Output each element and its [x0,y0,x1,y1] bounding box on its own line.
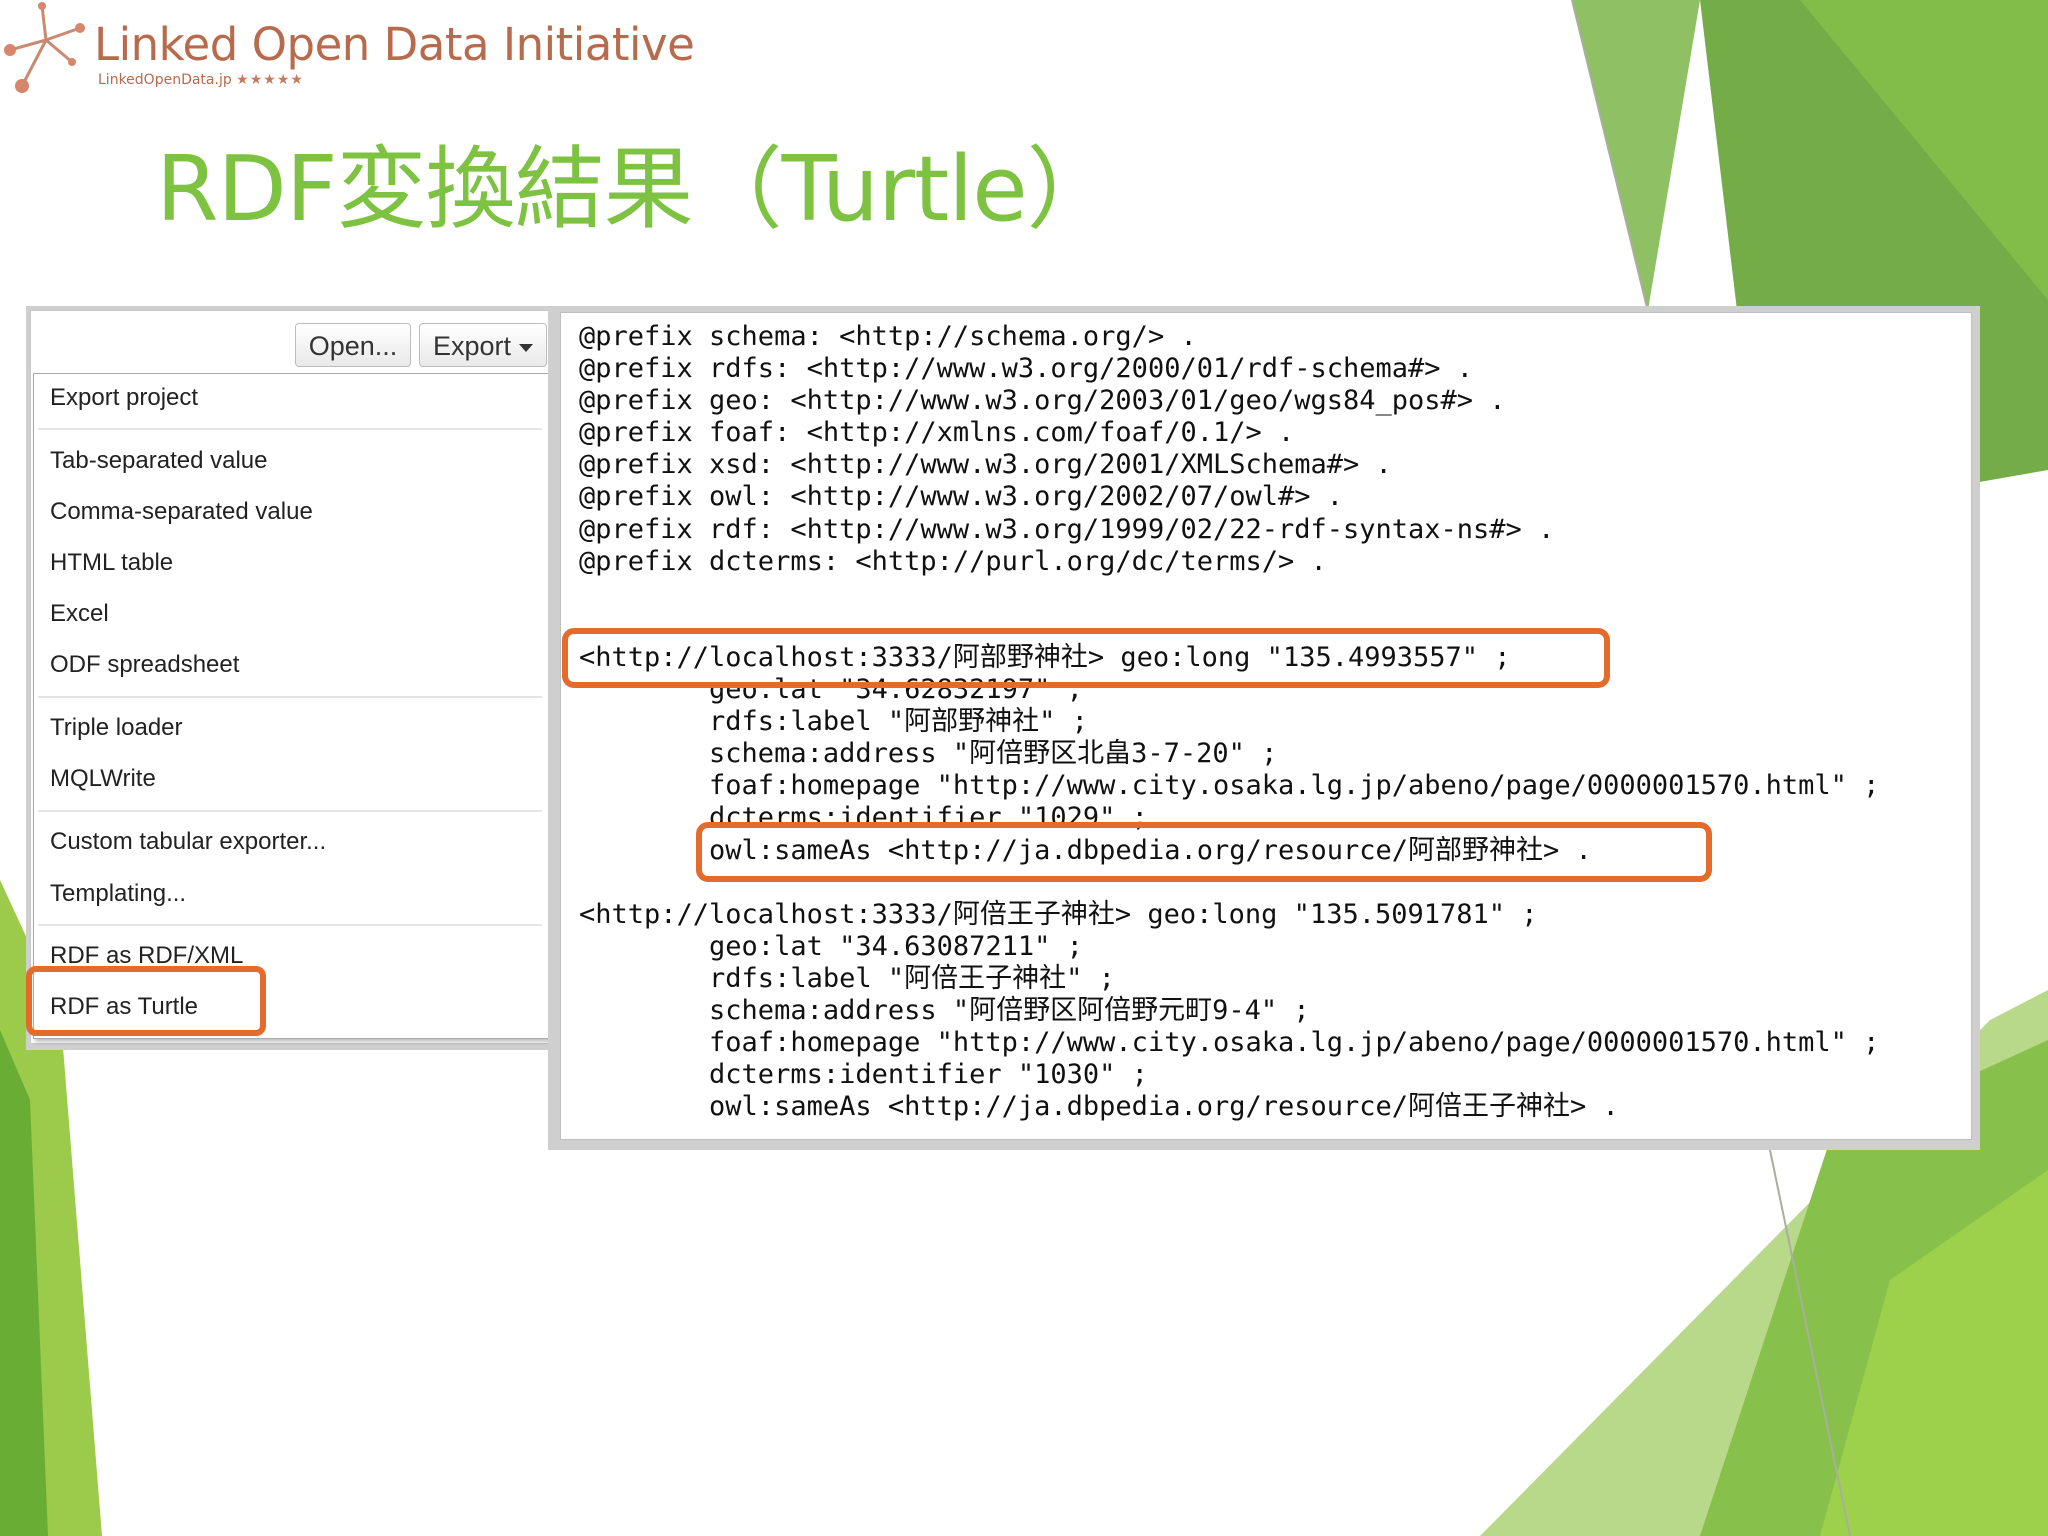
record1-line: foaf:homepage "http://www.city.osaka.lg.… [579,770,1880,802]
menu-item-excel[interactable]: Excel [50,600,109,628]
turtle-output-panel: @prefix schema: <http://schema.org/> . @p… [560,312,1972,1140]
export-dropdown-menu: Export project Tab-separated value Comma… [33,373,549,1039]
menu-divider [38,924,542,926]
prefix-line: @prefix geo: <http://www.w3.org/2003/01/… [579,385,1506,417]
menu-item-csv[interactable]: Comma-separated value [50,498,313,526]
record2-line: geo:lat "34.63087211" ; [579,930,1083,962]
menu-divider [38,696,542,698]
record2-line: foaf:homepage "http://www.city.osaka.lg.… [579,1027,1880,1059]
logo-stars: ★★★★★ [236,72,304,88]
record2-line: rdfs:label "阿倍王子神社" ; [579,962,1115,994]
prefix-line: @prefix xsd: <http://www.w3.org/2001/XML… [579,449,1392,481]
menu-item-html-table[interactable]: HTML table [50,549,173,577]
menu-divider [38,428,542,430]
open-button[interactable]: Open... [295,323,411,367]
menu-item-export-project[interactable]: Export project [50,384,198,412]
prefix-line: @prefix schema: <http://schema.org/> . [579,321,1197,352]
menu-divider [38,810,542,812]
slide-title: RDF変換結果（Turtle） [156,137,1117,242]
turtle-code: @prefix schema: <http://schema.org/> . @p… [579,321,1879,1123]
chevron-down-icon [519,343,534,352]
record1-line: rdfs:label "阿部野神社" ; [579,706,1088,738]
logo-title: Linked Open Data Initiative [94,18,695,71]
menu-item-odf-spreadsheet[interactable]: ODF spreadsheet [50,651,239,679]
record2-line: owl:sameAs <http://ja.dbpedia.org/resour… [579,1091,1619,1123]
prefix-line: @prefix owl: <http://www.w3.org/2002/07/… [579,481,1344,513]
toolbar: Open... Export [31,311,553,373]
prefix-line: @prefix dcterms: <http://purl.org/dc/ter… [579,545,1327,577]
logo-subtitle-text: LinkedOpenData.jp [98,72,232,88]
record1-line: schema:address "阿倍野区北畠3-7-20" ; [579,738,1278,770]
menu-item-triple-loader[interactable]: Triple loader [50,714,183,742]
prefix-line: @prefix rdfs: <http://www.w3.org/2000/01… [579,353,1474,385]
menu-item-templating[interactable]: Templating... [50,880,186,908]
record2-line: dcterms:identifier "1030" ; [579,1059,1148,1091]
highlight-rdf-turtle [26,966,266,1036]
openrefine-export-panel: Open... Export Export project Tab-separa… [30,310,554,1044]
highlight-subject-uri [562,628,1610,688]
export-button-label: Export [432,331,512,361]
logo-subtitle: LinkedOpenData.jp ★★★★★ [98,72,304,88]
lod-initiative-logo: Linked Open Data Initiative LinkedOpenDa… [0,0,700,110]
menu-item-tsv[interactable]: Tab-separated value [50,447,267,475]
prefix-line: @prefix rdf: <http://www.w3.org/1999/02/… [579,513,1555,545]
record2-line: <http://localhost:3333/阿倍王子神社> geo:long … [579,898,1538,930]
record2-line: schema:address "阿倍野区阿倍野元町9-4" ; [579,994,1310,1026]
prefix-line: @prefix foaf: <http://xmlns.com/foaf/0.1… [579,417,1295,449]
menu-item-custom-tabular-exporter[interactable]: Custom tabular exporter... [50,828,326,856]
export-button[interactable]: Export [419,323,547,367]
network-logo-icon [4,2,85,93]
menu-item-mqlwrite[interactable]: MQLWrite [50,765,156,793]
highlight-sameas-link [696,822,1712,882]
